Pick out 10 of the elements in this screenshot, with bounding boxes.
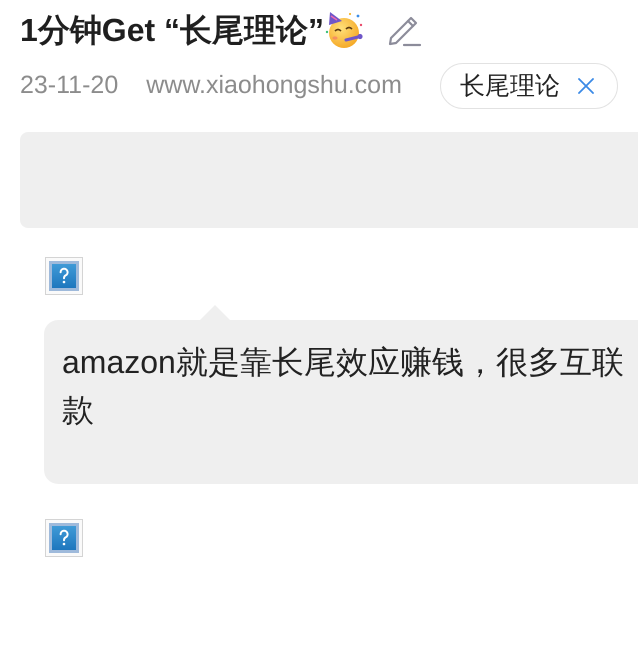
message-text: amazon就是靠长尾效应赚钱，很多互联 款 — [62, 343, 624, 430]
tag-label: 长尾理论 — [460, 71, 560, 101]
tag-chip[interactable]: 长尾理论 — [440, 63, 618, 109]
note-title: 1分钟Get “长尾理论” — [20, 10, 324, 48]
question-mark-icon — [45, 257, 83, 295]
question-mark-icon — [45, 519, 83, 557]
source-url: www.xiaohongshu.com — [146, 70, 402, 102]
note-date: 23-11-20 — [20, 70, 118, 102]
close-icon[interactable] — [578, 78, 594, 94]
party-face-icon — [324, 10, 364, 50]
